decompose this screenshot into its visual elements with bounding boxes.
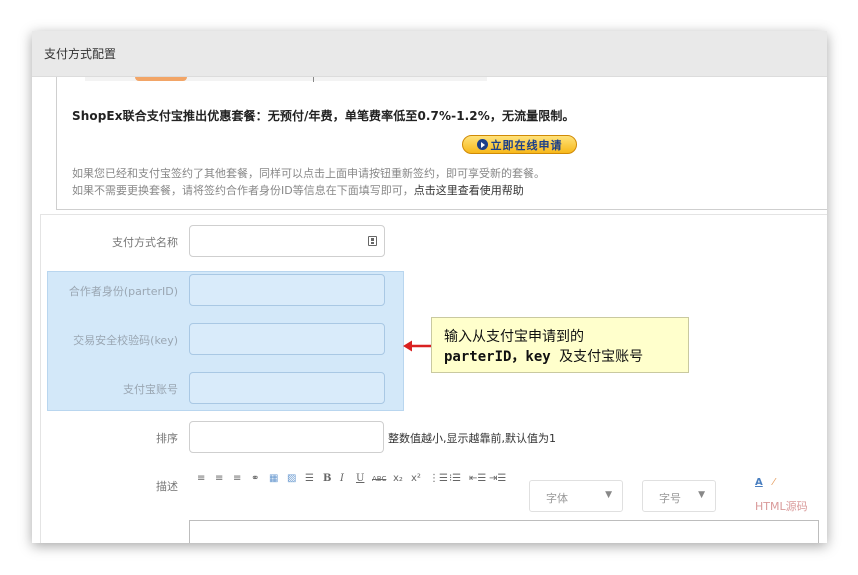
contact-card-icon[interactable] [368, 236, 377, 246]
link-icon[interactable]: ⚭ [251, 472, 259, 486]
sort-order-label: 排序 [156, 432, 178, 445]
alipay-account-label: 支付宝账号 [123, 383, 178, 396]
align-center-icon[interactable]: ≡ [215, 472, 223, 486]
superscript-icon[interactable]: x² [411, 472, 421, 486]
payment-name-label: 支付方式名称 [112, 236, 178, 249]
underline-icon[interactable]: U [356, 472, 364, 486]
dialog-title: 支付方式配置 [44, 47, 117, 61]
screen: 支付方式配置 ShopEx联合支付宝推出优惠套餐：无预付/年费，单笔费率低至0.… [0, 0, 858, 575]
payment-config-dialog: 支付方式配置 ShopEx联合支付宝推出优惠套餐：无预付/年费，单笔费率低至0.… [32, 31, 827, 543]
usage-help-link[interactable]: 点击这里查看使用帮助 [414, 184, 524, 197]
subscript-icon[interactable]: x₂ [393, 472, 403, 486]
font-color-icon[interactable]: A [755, 476, 763, 490]
italic-icon[interactable]: I [340, 472, 344, 486]
image-icon[interactable]: ▨ [287, 472, 296, 486]
callout-line-2: parterID，key 及支付宝账号 [444, 346, 643, 366]
chevron-down-icon: ▼ [698, 490, 705, 500]
sort-order-hint: 整数值越小,显示越靠前,默认值为1 [388, 432, 556, 445]
promo-banner-image [85, 77, 487, 82]
apply-online-label: 立即在线申请 [490, 138, 563, 152]
highlight-pen-icon[interactable]: ⁄ [773, 476, 775, 490]
alipay-promo-panel: ShopEx联合支付宝推出优惠套餐：无预付/年费，单笔费率低至0.7%-1.2%… [56, 77, 827, 210]
promo-headline: ShopEx联合支付宝推出优惠套餐：无预付/年费，单笔费率低至0.7%-1.2%… [72, 109, 575, 123]
promo-note-1: 如果您已经和支付宝签约了其他套餐，同样可以点击上面申请按钮重新签约，即可享受新的… [72, 167, 545, 180]
partner-id-label: 合作者身份(parterID) [68, 285, 178, 298]
horizontal-rule-icon[interactable]: ☰ [305, 472, 314, 486]
font-family-select[interactable]: 字体 ▼ [529, 480, 623, 512]
instruction-callout: 输入从支付宝申请到的 parterID，key 及支付宝账号 [431, 317, 689, 373]
callout-account-text: 及支付宝账号 [559, 349, 644, 365]
align-right-icon[interactable]: ≡ [233, 472, 241, 486]
font-size-value: 字号 [659, 492, 681, 505]
payment-name-input[interactable] [189, 225, 385, 257]
unordered-list-icon[interactable]: ⁝☰ [449, 472, 461, 486]
banner-marker [313, 77, 314, 82]
chevron-down-icon: ▼ [605, 490, 612, 500]
play-icon [476, 139, 488, 150]
pointer-arrow-icon [403, 340, 432, 352]
promo-note-2: 如果不需要更换套餐，请将签约合作者身份ID等信息在下面填写即可，点击这里查看使用… [72, 182, 524, 198]
promo-note-2-text: 如果不需要更换套餐，请将签约合作者身份ID等信息在下面填写即可， [72, 184, 414, 197]
security-key-input[interactable] [189, 323, 385, 355]
description-editor[interactable] [189, 520, 819, 543]
dialog-header: 支付方式配置 [32, 31, 827, 77]
html-source-button[interactable]: HTML源码 [755, 498, 808, 514]
callout-keywords: parterID，key [444, 349, 551, 365]
description-label: 描述 [156, 480, 178, 493]
outdent-icon[interactable]: ⇤☰ [469, 472, 486, 486]
partner-id-input[interactable] [189, 274, 385, 306]
table-icon[interactable]: ▦ [269, 472, 278, 486]
bold-icon[interactable]: B [323, 472, 331, 486]
editor-toolbar: ≡ ≡ ≡ ⚭ ▦ ▨ ☰ B I U ABC x₂ x² ⋮☰ ⁝☰ ⇤☰ ⇥… [197, 472, 827, 516]
indent-icon[interactable]: ⇥☰ [489, 472, 506, 486]
strikethrough-icon[interactable]: ABC [372, 472, 386, 486]
callout-line-1: 输入从支付宝申请到的 [444, 329, 584, 345]
apply-online-button[interactable]: 立即在线申请 [462, 135, 577, 154]
font-family-value: 字体 [546, 492, 568, 505]
banner-orange-shape [135, 77, 187, 81]
ordered-list-icon[interactable]: ⋮☰ [429, 472, 448, 486]
align-left-icon[interactable]: ≡ [197, 472, 205, 486]
security-key-label: 交易安全校验码(key) [73, 334, 178, 347]
alipay-account-input[interactable] [189, 372, 385, 404]
sort-order-input[interactable] [189, 421, 384, 453]
font-size-select[interactable]: 字号 ▼ [642, 480, 716, 512]
